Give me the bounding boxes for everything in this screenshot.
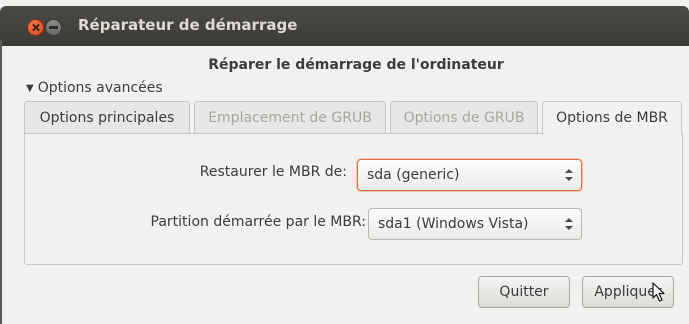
partition-label: Partition démarrée par le MBR: <box>150 214 366 230</box>
minimize-icon[interactable] <box>45 19 62 36</box>
partition-value: sda1 (Windows Vista) <box>378 216 529 232</box>
page-heading: Réparer le démarrage de l'ordinateur <box>208 57 504 73</box>
tab-options-principales[interactable]: Options principales <box>24 101 190 133</box>
tab-options-grub: Options de GRUB <box>390 101 538 133</box>
expander-label: Options avancées <box>37 80 163 96</box>
mbr-options-panel: Restaurer le MBR de: sda (generic) Parti… <box>24 133 683 265</box>
restore-mbr-value: sda (generic) <box>367 167 460 183</box>
mouse-pointer-icon <box>652 282 665 302</box>
advanced-options-expander[interactable]: ▼ Options avancées <box>26 80 163 96</box>
restore-mbr-select[interactable]: sda (generic) <box>357 159 582 191</box>
triangle-down-icon: ▼ <box>26 83 34 94</box>
updown-arrows-icon <box>565 216 573 232</box>
partition-select[interactable]: sda1 (Windows Vista) <box>368 208 582 240</box>
app-window: Réparateur de démarrage Réparer le démar… <box>0 0 689 324</box>
updown-arrows-icon <box>565 167 573 183</box>
tab-options-mbr[interactable]: Options de MBR <box>542 101 682 135</box>
window-title: Réparateur de démarrage <box>78 16 298 34</box>
window-border <box>0 40 2 324</box>
title-bar[interactable]: Réparateur de démarrage <box>0 6 689 46</box>
close-icon[interactable] <box>27 19 44 36</box>
restore-mbr-label: Restaurer le MBR de: <box>199 164 347 180</box>
tab-emplacement-grub: Emplacement de GRUB <box>194 101 386 133</box>
quit-button[interactable]: Quitter <box>478 276 570 308</box>
